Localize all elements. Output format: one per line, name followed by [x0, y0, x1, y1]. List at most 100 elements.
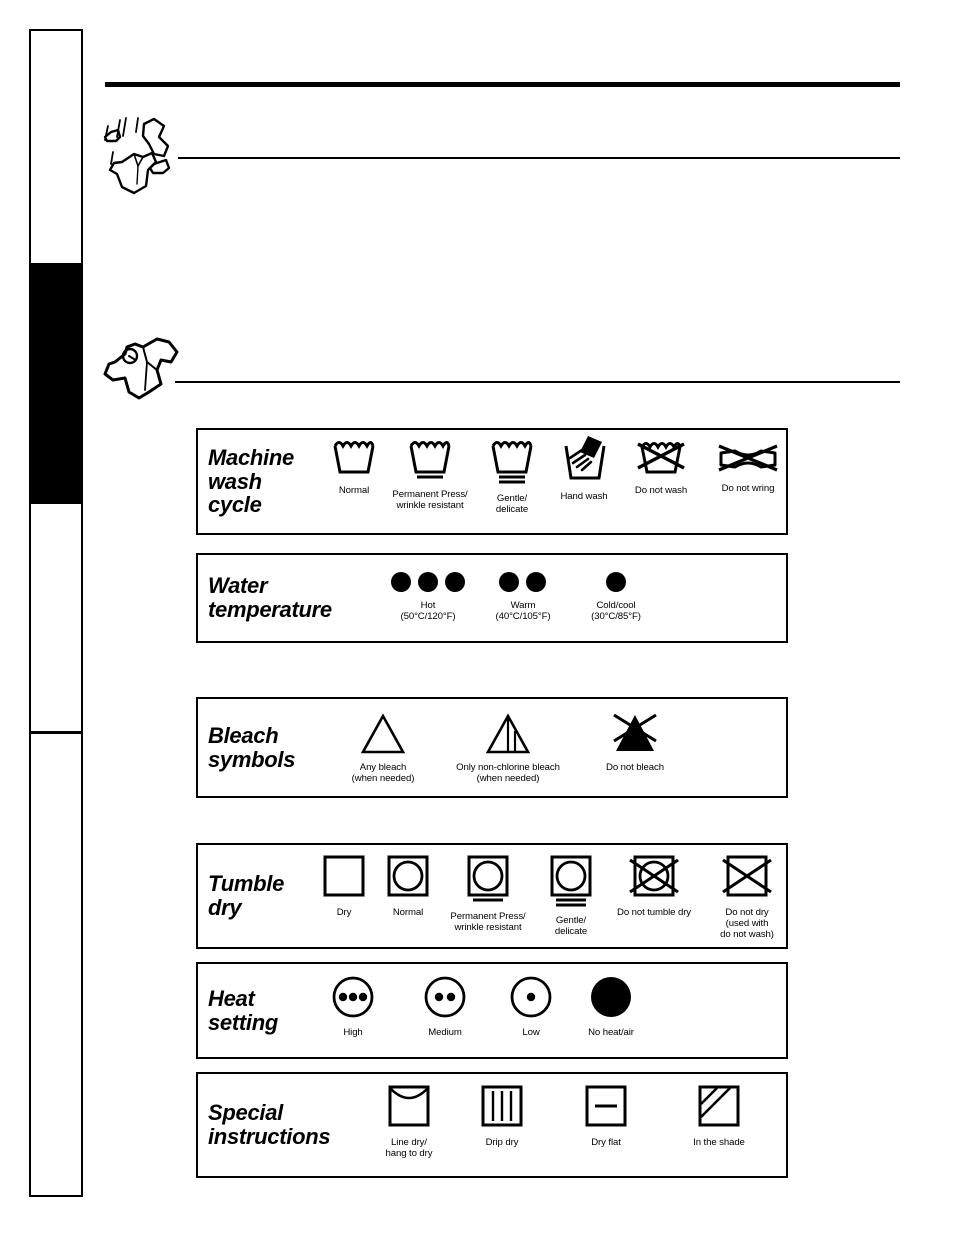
special-instructions-label: Special instructions [208, 1100, 331, 1149]
symbol-drip-dry: Drip dry [464, 1084, 540, 1148]
square-icon [320, 854, 368, 905]
water-temperature-box: Water temperature Hot (50°C/120°F) Warm … [196, 553, 788, 643]
square-circle-two-bars-icon [547, 854, 595, 913]
symbol-non-chlorine-bleach: Only non-chlorine bleach (when needed) [428, 713, 588, 784]
wash-tub-two-bars-icon [488, 438, 536, 491]
symbol-water-hot: Hot (50°C/120°F) [380, 571, 476, 622]
caption: Normal [392, 907, 424, 918]
symbol-do-not-dry: Do not dry (used with do not wash) [704, 854, 790, 940]
one-dot-icon [602, 571, 630, 598]
symbol-water-cold: Cold/cool (30°C/85°F) [568, 571, 664, 622]
bleach-symbols-items: Any bleach (when needed) Only non-chlori… [318, 699, 786, 796]
bleach-symbols-box: Bleach symbols Any bleach (when needed) … [196, 697, 788, 798]
circle-filled-icon [588, 974, 634, 1025]
caption: Any bleach (when needed) [351, 762, 415, 785]
symbol-dry: Dry [314, 854, 374, 918]
tab-segment-2-active[interactable] [31, 263, 81, 501]
caption: Cold/cool (30°C/85°F) [591, 600, 641, 623]
symbol-wash-permanent-press: Permanent Press/ wrinkle resistant [378, 438, 482, 511]
caption: Dry flat [591, 1137, 621, 1148]
machine-wash-cycle-box: Machine wash cycle Normal Permanent Pres… [196, 428, 788, 535]
heat-setting-box: Heat setting High Medium Low No heat/air [196, 962, 788, 1059]
symbol-do-not-bleach: Do not bleach [580, 709, 690, 773]
square-circle-crossed-icon [627, 854, 681, 905]
wring-crossed-icon [717, 442, 779, 481]
line-dry-icon [384, 1084, 434, 1135]
caption: No heat/air [588, 1027, 634, 1038]
machine-wash-cycle-items: Normal Permanent Press/ wrinkle resistan… [318, 430, 786, 533]
tab-segment-1[interactable] [31, 31, 81, 263]
caption: Hand wash [560, 491, 608, 502]
symbol-hand-wash: Hand wash [546, 434, 622, 502]
square-circle-icon [384, 854, 432, 905]
circle-three-dots-icon [330, 974, 376, 1025]
machine-wash-cycle-label: Machine wash cycle [208, 444, 294, 518]
symbol-heat-high: High [320, 974, 386, 1038]
symbol-water-warm: Warm (40°C/105°F) [475, 571, 571, 622]
caption: Line dry/ hang to dry [385, 1137, 433, 1160]
single-garment-illustration [99, 334, 187, 406]
symbol-wash-gentle: Gentle/ delicate [475, 438, 549, 515]
caption: In the shade [693, 1137, 745, 1148]
caption: Do not wash [634, 485, 688, 496]
caption: Drip dry [485, 1137, 519, 1148]
caption: High [343, 1027, 363, 1038]
symbol-wash-normal: Normal [322, 438, 386, 496]
symbol-no-heat-air: No heat/air [566, 974, 656, 1038]
hand-wash-tub-icon [558, 434, 610, 489]
caption: Do not tumble dry [616, 907, 692, 918]
wash-tub-one-bar-icon [406, 438, 454, 487]
caption: Do not bleach [606, 762, 664, 773]
tumble-dry-items: Dry Normal Permanent Press/ wrinkle resi… [308, 845, 786, 947]
symbol-do-not-wring: Do not wring [704, 442, 792, 494]
caption: Permanent Press/ wrinkle resistant [450, 911, 526, 934]
section-rule-upper [178, 157, 900, 159]
drip-dry-icon [477, 1084, 527, 1135]
header-rule-thick [105, 82, 900, 87]
tumble-dry-label: Tumble dry [208, 871, 285, 920]
heat-setting-items: High Medium Low No heat/air [308, 964, 786, 1057]
symbol-heat-medium: Medium [408, 974, 482, 1038]
heat-setting-label: Heat setting [208, 985, 279, 1035]
wash-tub-icon [330, 438, 378, 483]
circle-two-dots-icon [422, 974, 468, 1025]
caption: Only non-chlorine bleach (when needed) [456, 762, 560, 785]
water-temperature-items: Hot (50°C/120°F) Warm (40°C/105°F) Cold/… [373, 555, 786, 641]
caption: Permanent Press/ wrinkle resistant [392, 489, 468, 512]
symbol-tumble-normal: Normal [376, 854, 440, 918]
tumbling-clothes-illustration [96, 110, 194, 202]
caption: Gentle/ delicate [554, 915, 588, 938]
water-temperature-label: Water temperature [208, 573, 332, 622]
bleach-symbols-label: Bleach symbols [208, 722, 296, 772]
tab-segment-3[interactable] [31, 501, 81, 731]
chapter-tab-strip [29, 29, 83, 1197]
dry-flat-icon [581, 1084, 631, 1135]
caption: Warm (40°C/105°F) [495, 600, 551, 623]
square-circle-one-bar-icon [464, 854, 512, 909]
caption: Dry [336, 907, 352, 918]
caption: Gentle/ delicate [495, 493, 529, 516]
symbol-do-not-wash: Do not wash [618, 438, 704, 496]
in-the-shade-icon [694, 1084, 744, 1135]
tumble-dry-box: Tumble dry Dry Normal Permanent Press/ w… [196, 843, 788, 949]
circle-one-dot-icon [508, 974, 554, 1025]
symbol-any-bleach: Any bleach (when needed) [328, 713, 438, 784]
caption: Hot (50°C/120°F) [400, 600, 456, 623]
wash-tub-crossed-icon [636, 438, 686, 483]
caption: Normal [338, 485, 370, 496]
triangle-filled-crossed-icon [608, 709, 662, 760]
triangle-open-icon [360, 713, 406, 760]
square-crossed-icon [720, 854, 774, 905]
symbol-do-not-tumble-dry: Do not tumble dry [600, 854, 708, 918]
caption: Do not wring [721, 483, 775, 494]
symbol-in-the-shade: In the shade [676, 1084, 762, 1148]
symbol-tumble-permanent-press: Permanent Press/ wrinkle resistant [433, 854, 543, 933]
special-instructions-items: Line dry/ hang to dry Drip dry Dry flat … [358, 1074, 786, 1176]
caption: Low [522, 1027, 540, 1038]
three-dots-icon [387, 571, 469, 598]
tab-segment-4[interactable] [31, 731, 81, 1195]
symbol-heat-low: Low [500, 974, 562, 1038]
caption: Do not dry (used with do not wash) [720, 907, 774, 941]
symbol-dry-flat: Dry flat [570, 1084, 642, 1148]
two-dots-icon [495, 571, 551, 598]
